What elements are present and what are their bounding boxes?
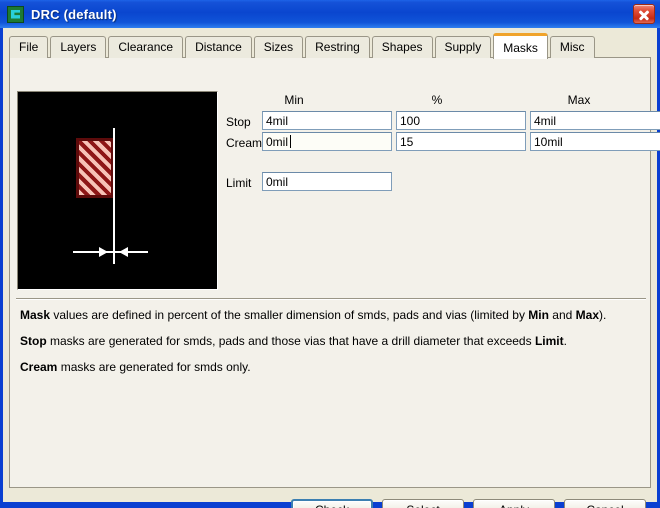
tab-shapes[interactable]: Shapes [371,36,433,58]
cream-percent-input[interactable] [396,132,526,151]
desc-text-2d: . [563,334,567,348]
text-caret [290,135,291,148]
tab-content-panel: Min % Max Stop Cream Limit [9,57,660,488]
desc-term-limit: Limit [534,334,564,348]
desc-term-mask: Mask [20,308,51,322]
button-label: Cancel [586,503,623,508]
desc-text-1f: ). [599,308,607,322]
tab-label: Distance [195,40,242,54]
select-button[interactable]: Select [382,498,464,508]
mask-preview-graphic [17,91,218,290]
button-label: Check [315,503,349,508]
smd-pad-shape [76,138,114,198]
column-header-min: Min [284,93,304,107]
desc-term-cream: Cream [20,360,58,374]
tab-label: Clearance [118,40,174,54]
tab-file[interactable]: File [9,36,49,58]
dimension-arrow-left-icon [99,247,108,257]
desc-text-1b: values are defined in percent of the sma… [50,308,529,322]
cream-min-input[interactable] [262,132,392,151]
stop-min-input[interactable] [262,111,392,130]
stop-max-input[interactable] [530,111,660,130]
close-icon[interactable] [633,4,655,24]
description-line-stop: Stop masks are generated for smds, pads … [20,334,567,348]
desc-term-min: Min [528,308,549,322]
dimension-arrow-right-icon [119,247,128,257]
tab-label: File [19,40,39,54]
tab-label: Misc [559,40,585,54]
stop-percent-input[interactable] [396,111,526,130]
tab-clearance[interactable]: Clearance [108,36,184,58]
dialog-client-area: Min % Max Stop Cream Limit [3,28,660,508]
row-label-stop: Stop [226,115,251,129]
check-button[interactable]: Check [291,498,373,508]
tab-label: Sizes [263,40,294,54]
tab-bar: File Layers Clearance Distance Sizes Restring… [9,32,651,59]
window-title: DRC (default) [31,6,117,22]
column-header-percent: % [431,93,443,107]
smd-pad-hatch [79,141,111,195]
section-divider [16,298,646,300]
description-line-cream: Cream masks are generated for smds only. [20,360,251,374]
desc-term-max: Max [575,308,599,322]
tab-distance[interactable]: Distance [185,36,252,58]
tab-misc[interactable]: Misc [549,36,595,58]
desc-term-stop: Stop [20,334,47,348]
tab-label: Masks [503,41,538,55]
mask-edge-line [113,128,115,264]
tab-masks[interactable]: Masks [493,33,548,59]
cream-max-input[interactable] [530,132,660,151]
button-label: Apply [499,503,529,508]
row-label-limit: Limit [226,176,252,190]
tab-label: Restring [315,40,360,54]
tab-layers[interactable]: Layers [50,36,107,58]
cancel-button[interactable]: Cancel [564,498,646,508]
tab-label: Shapes [381,40,423,54]
desc-text-3b: masks are generated for smds only. [57,360,251,374]
desc-text-1d: and [548,308,576,322]
tab-supply[interactable]: Supply [434,36,492,58]
tab-sizes[interactable]: Sizes [253,36,304,58]
desc-text-2b: masks are generated for smds, pads and t… [46,334,535,348]
column-header-max: Max [567,93,591,107]
description-line-mask: Mask values are defined in percent of th… [20,308,606,322]
drc-app-icon [7,5,24,23]
tab-label: Layers [60,40,97,54]
preview-canvas [18,92,217,289]
dialog-button-bar: Check Select Apply Cancel [3,490,657,508]
button-label: Select [406,503,439,508]
row-label-cream: Cream [226,136,263,150]
limit-input[interactable] [262,172,392,191]
title-bar[interactable]: DRC (default) [0,0,660,28]
apply-button[interactable]: Apply [473,498,555,508]
drc-dialog-window: DRC (default) Min % Max Stop 4mil 100 4m… [0,0,660,508]
tab-label: Supply [444,40,482,54]
tab-restring[interactable]: Restring [305,36,370,58]
